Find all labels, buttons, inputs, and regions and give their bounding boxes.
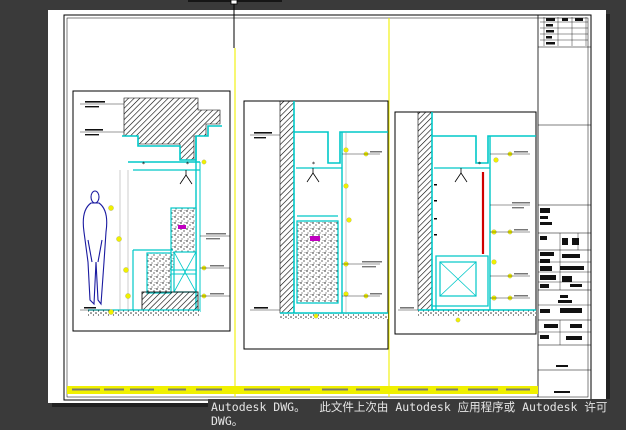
human-figure-icon	[82, 190, 108, 306]
cad-workspace[interactable]: * * * * Autodesk DWG。 此文件上次由 Autodesk 应用…	[0, 0, 626, 430]
ceiling-lamp-icon	[306, 168, 320, 183]
top-section-marker	[188, 0, 282, 48]
ceiling-lamp-icon	[454, 168, 468, 183]
elevation-panel-1[interactable]: * *	[72, 90, 231, 332]
autodesk-watermark-text: Autodesk DWG。 此文件上次由 Autodesk 应用程序或 Auto…	[208, 399, 626, 430]
svg-text:*: *	[478, 161, 481, 168]
bottom-label-band	[67, 386, 538, 394]
yellow-guides	[234, 18, 390, 397]
title-block	[537, 15, 591, 397]
drawing-canvas[interactable]: * * * *	[0, 0, 626, 430]
svg-text:*: *	[186, 161, 189, 168]
sheet-border	[63, 14, 592, 401]
ceiling-lamp-icon	[179, 170, 193, 185]
elevation-panel-2[interactable]: *	[243, 100, 389, 350]
elevation-panel-3[interactable]: *	[394, 111, 537, 335]
tile-cross-icon	[439, 261, 477, 297]
svg-text:*: *	[142, 161, 145, 168]
svg-text:*: *	[312, 161, 315, 168]
